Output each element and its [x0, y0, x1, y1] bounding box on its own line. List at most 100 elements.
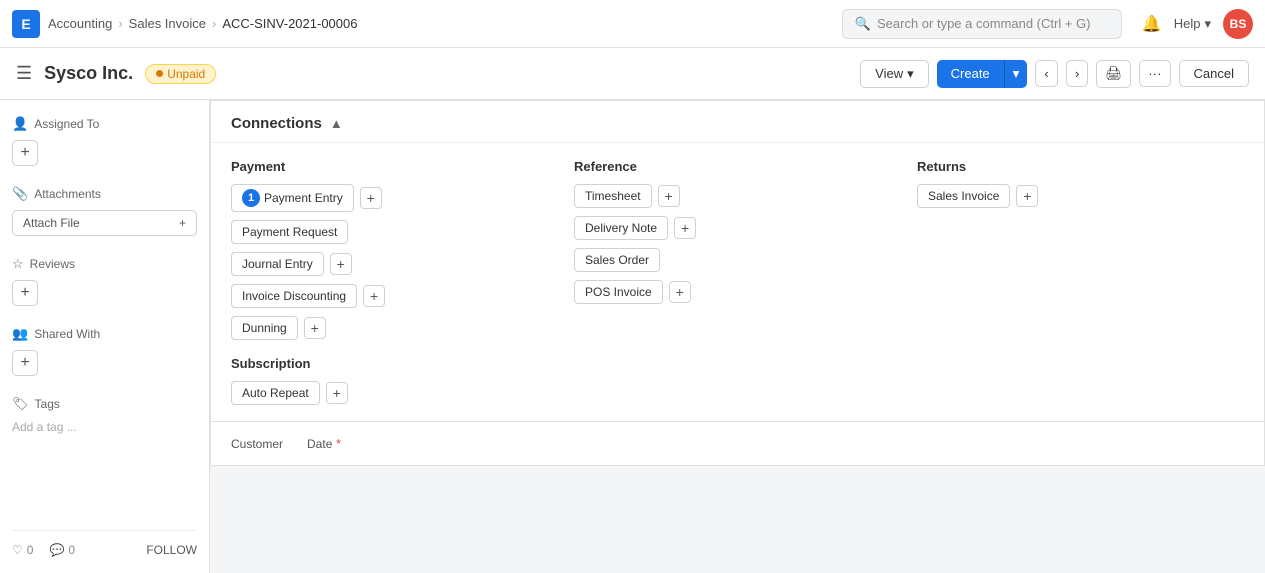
attach-plus-icon: + — [179, 216, 186, 230]
timesheet-tag[interactable]: Timesheet — [574, 184, 652, 208]
collapse-icon[interactable]: ▲ — [330, 116, 343, 131]
view-chevron-icon: ▾ — [907, 66, 914, 82]
customer-field: Customer — [231, 436, 283, 451]
like-count[interactable]: ♡ 0 — [12, 543, 33, 557]
notification-icon[interactable]: 🔔 — [1142, 14, 1162, 34]
pos-invoice-item: POS Invoice + — [574, 280, 901, 304]
avatar[interactable]: BS — [1223, 9, 1253, 39]
subscription-items: Auto Repeat + — [231, 381, 558, 405]
assigned-to-section: 👤 Assigned To + — [12, 116, 197, 166]
breadcrumb-doc-id: ACC-SINV-2021-00006 — [222, 16, 357, 31]
sidebar-bottom: ♡ 0 💬 0 FOLLOW — [12, 530, 197, 557]
prev-button[interactable]: ‹ — [1035, 60, 1057, 87]
invoice-discounting-plus-button[interactable]: + — [363, 285, 385, 307]
breadcrumb-sales-invoice[interactable]: Sales Invoice — [129, 16, 206, 31]
dunning-tag[interactable]: Dunning — [231, 316, 298, 340]
reference-items: Timesheet + Delivery Note + — [574, 184, 901, 304]
reference-column: Reference Timesheet + — [574, 159, 901, 405]
timesheet-plus-button[interactable]: + — [658, 185, 680, 207]
reviews-section: ☆ Reviews + — [12, 256, 197, 306]
shared-with-add-button[interactable]: + — [12, 350, 38, 376]
create-button[interactable]: Create — [937, 60, 1004, 88]
pos-invoice-plus-button[interactable]: + — [669, 281, 691, 303]
payment-items: 1 Payment Entry + Payment Request — [231, 184, 558, 340]
subscription-section: Subscription Auto Repeat + — [231, 356, 558, 405]
sales-order-tag[interactable]: Sales Order — [574, 248, 660, 272]
app-logo[interactable]: E — [12, 10, 40, 38]
auto-repeat-plus-button[interactable]: + — [326, 382, 348, 404]
pos-invoice-label: POS Invoice — [585, 285, 652, 299]
payment-entry-item: 1 Payment Entry + — [231, 184, 558, 212]
invoice-discounting-item: Invoice Discounting + — [231, 284, 558, 308]
tags-icon: 🏷 — [12, 396, 29, 412]
comments-number: 0 — [68, 543, 75, 557]
more-options-button[interactable]: ··· — [1139, 60, 1170, 87]
payment-entry-plus-button[interactable]: + — [360, 187, 382, 209]
auto-repeat-item: Auto Repeat + — [231, 381, 558, 405]
customer-card: Customer Date * — [210, 422, 1265, 466]
comment-count[interactable]: 💬 0 — [49, 543, 75, 557]
breadcrumb-sep-2: › — [212, 16, 216, 31]
returns-items: Sales Invoice + — [917, 184, 1244, 208]
cancel-button[interactable]: Cancel — [1179, 60, 1249, 87]
reference-header: Reference — [574, 159, 901, 174]
timesheet-item: Timesheet + — [574, 184, 901, 208]
create-group: Create ▾ — [937, 60, 1028, 88]
auto-repeat-label: Auto Repeat — [242, 386, 309, 400]
attachments-label: Attachments — [34, 187, 101, 201]
connections-title: Connections — [231, 115, 322, 132]
journal-entry-item: Journal Entry + — [231, 252, 558, 276]
attachments-section: 📎 Attachments Attach File + — [12, 186, 197, 236]
next-button[interactable]: › — [1066, 60, 1088, 87]
print-button[interactable]: 🖨 — [1096, 60, 1131, 88]
customer-label: Customer — [231, 437, 283, 451]
date-label: Date — [307, 437, 332, 451]
invoice-discounting-tag[interactable]: Invoice Discounting — [231, 284, 357, 308]
delivery-note-plus-button[interactable]: + — [674, 217, 696, 239]
main-layout: 👤 Assigned To + 📎 Attachments Attach Fil… — [0, 100, 1265, 573]
status-badge: Unpaid — [145, 64, 216, 84]
help-button[interactable]: Help ▾ — [1174, 16, 1211, 32]
connections-grid: Payment 1 Payment Entry + — [231, 159, 1244, 405]
pos-invoice-tag[interactable]: POS Invoice — [574, 280, 663, 304]
view-button[interactable]: View ▾ — [860, 60, 928, 88]
delivery-note-tag[interactable]: Delivery Note — [574, 216, 668, 240]
journal-entry-plus-button[interactable]: + — [330, 253, 352, 275]
breadcrumb-accounting[interactable]: Accounting — [48, 16, 112, 31]
add-tag-button[interactable]: Add a tag ... — [12, 420, 197, 434]
journal-entry-label: Journal Entry — [242, 257, 313, 271]
auto-repeat-tag[interactable]: Auto Repeat — [231, 381, 320, 405]
payment-entry-tag[interactable]: 1 Payment Entry — [231, 184, 354, 212]
payment-request-label: Payment Request — [242, 225, 337, 239]
sidebar-toggle-icon[interactable]: ☰ — [16, 63, 32, 84]
follow-button[interactable]: FOLLOW — [146, 543, 197, 557]
returns-header: Returns — [917, 159, 1244, 174]
create-dropdown-button[interactable]: ▾ — [1004, 60, 1028, 88]
returns-sales-invoice-tag[interactable]: Sales Invoice — [917, 184, 1010, 208]
date-field: Date * — [307, 436, 341, 451]
journal-entry-tag[interactable]: Journal Entry — [231, 252, 324, 276]
shared-with-label: Shared With — [34, 327, 100, 341]
reviews-add-button[interactable]: + — [12, 280, 38, 306]
status-dot — [156, 70, 163, 77]
sales-order-label: Sales Order — [585, 253, 649, 267]
dunning-plus-button[interactable]: + — [304, 317, 326, 339]
payment-request-tag[interactable]: Payment Request — [231, 220, 348, 244]
reviews-header: ☆ Reviews — [12, 256, 197, 272]
search-bar[interactable]: 🔍 Search or type a command (Ctrl + G) — [842, 9, 1122, 39]
connections-card: Connections ▲ Payment 1 — [210, 100, 1265, 422]
breadcrumb: Accounting › Sales Invoice › ACC-SINV-20… — [48, 16, 357, 31]
subscription-title: Subscription — [231, 356, 558, 371]
returns-sales-invoice-plus-button[interactable]: + — [1016, 185, 1038, 207]
assigned-to-add-button[interactable]: + — [12, 140, 38, 166]
returns-column: Returns Sales Invoice + — [917, 159, 1244, 405]
breadcrumb-sep-1: › — [118, 16, 122, 31]
invoice-discounting-label: Invoice Discounting — [242, 289, 346, 303]
attachments-icon: 📎 — [12, 186, 28, 202]
timesheet-label: Timesheet — [585, 189, 641, 203]
attach-file-button[interactable]: Attach File + — [12, 210, 197, 236]
delivery-note-label: Delivery Note — [585, 221, 657, 235]
attachments-header: 📎 Attachments — [12, 186, 197, 202]
assigned-to-icon: 👤 — [12, 116, 28, 132]
search-icon: 🔍 — [855, 16, 871, 32]
